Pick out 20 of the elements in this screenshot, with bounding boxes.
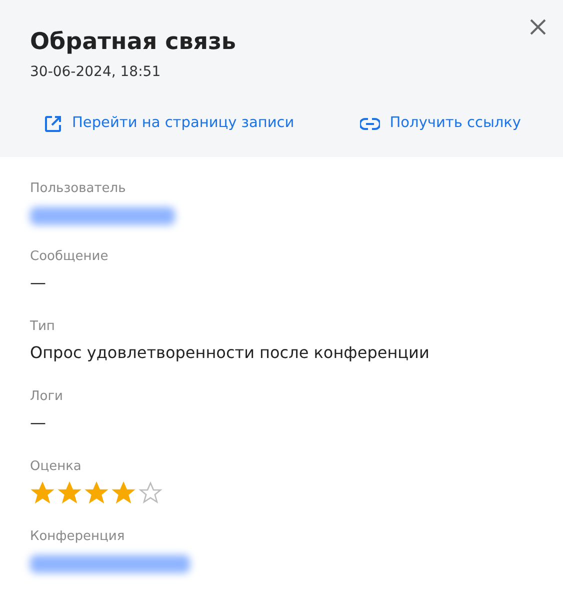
field-label: Конференция bbox=[30, 528, 125, 546]
field-label: Логи bbox=[30, 388, 64, 406]
field-value: Опрос удовлетворенности после конференции bbox=[30, 342, 430, 364]
link-icon bbox=[360, 118, 380, 130]
star-icon bbox=[111, 480, 136, 505]
field-label: Сообщение bbox=[30, 248, 108, 266]
dialog-title: Обратная связь bbox=[30, 28, 237, 57]
date-text: 30-06-2024, 18:51 bbox=[30, 62, 162, 82]
field-label: Пользователь bbox=[30, 180, 126, 198]
field-value: — bbox=[30, 272, 46, 294]
star-icon bbox=[84, 480, 109, 505]
field-value: — bbox=[30, 412, 46, 434]
go-to-record-link[interactable]: Перейти на страницу записи bbox=[44, 112, 294, 135]
field-label: Оценка bbox=[30, 458, 82, 476]
star-icon bbox=[57, 480, 82, 505]
external-link-icon bbox=[44, 114, 62, 133]
star-icon bbox=[30, 480, 55, 505]
get-link-link[interactable]: Получить ссылку bbox=[360, 112, 521, 135]
field-label: Тип bbox=[30, 318, 55, 336]
star-icon bbox=[138, 480, 163, 505]
